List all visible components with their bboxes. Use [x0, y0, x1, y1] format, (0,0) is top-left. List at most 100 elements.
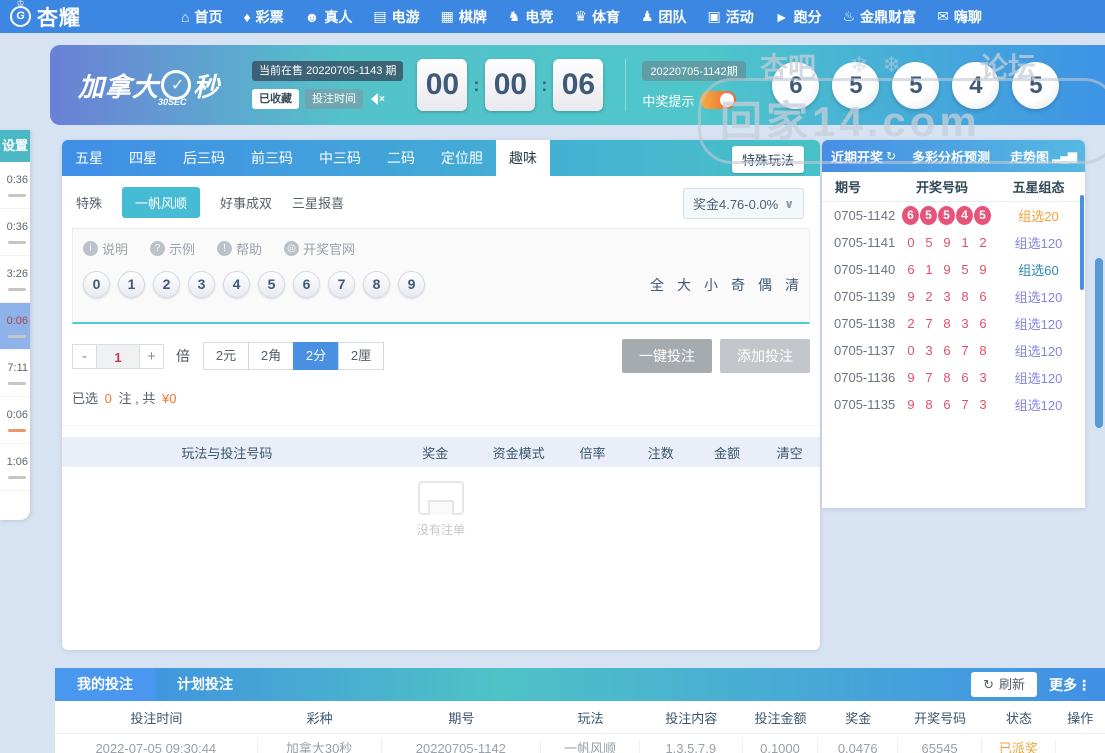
result-pattern[interactable]: 组选120	[992, 233, 1085, 252]
money-unit-button[interactable]: 2分	[293, 342, 339, 370]
number-select-box: i 说明 ? 示例 ! 帮助 ◎ 开奖官网	[72, 228, 810, 324]
nav-item-icon: ▦	[441, 8, 454, 25]
quick-pick-link[interactable]: 清	[785, 275, 799, 295]
play-type-tab[interactable]: 五星	[62, 140, 116, 176]
add-bet-button[interactable]: 添加投注	[720, 339, 810, 373]
number-ball-button[interactable]: 2	[153, 271, 180, 298]
logo-emblem-icon: G ♔	[10, 6, 31, 27]
play-type-tab[interactable]: 定位胆	[428, 140, 496, 176]
play-type-tab[interactable]: 前三码	[238, 140, 306, 176]
play-type-tab[interactable]: 二码	[374, 140, 428, 176]
result-row[interactable]: 0705-1142 6 5 5 4 5 组选20	[822, 202, 1085, 229]
number-ball-button[interactable]: 5	[258, 271, 285, 298]
result-row[interactable]: 0705-1136 9 7 8 6 3 组选120	[822, 364, 1085, 391]
more-button[interactable]: 更多⋮	[1049, 675, 1091, 695]
play-type-tab[interactable]: 后三码	[170, 140, 238, 176]
left-lottery-item[interactable]: 1:06	[0, 444, 30, 491]
nav-item[interactable]: ► 跑分	[775, 7, 822, 27]
nav-item[interactable]: ♟ 团队	[641, 7, 687, 27]
sub-play-tab[interactable]: 三星报喜	[292, 187, 344, 218]
mute-icon[interactable]: ×	[371, 93, 385, 105]
my-bets-tab[interactable]: 我的投注	[55, 668, 155, 701]
bonus-dropdown[interactable]: 奖金4.76-0.0% ∨	[683, 188, 804, 219]
left-lottery-item[interactable]: 3:26	[0, 256, 30, 303]
left-lottery-item[interactable]: 0:06	[0, 303, 30, 350]
result-row[interactable]: 0705-1138 2 7 8 3 6 组选120	[822, 310, 1085, 337]
multiplier-minus-button[interactable]: -	[72, 344, 97, 369]
left-lottery-item[interactable]: 0:36	[0, 209, 30, 256]
result-pattern[interactable]: 组选120	[992, 395, 1085, 414]
sidebar-scrollbar-thumb[interactable]	[1080, 195, 1084, 290]
result-pattern[interactable]: 组选120	[992, 341, 1085, 360]
result-pattern[interactable]: 组选60	[992, 260, 1085, 279]
result-row[interactable]: 0705-1139 9 2 3 8 6 组选120	[822, 283, 1085, 310]
nav-item[interactable]: ▦ 棋牌	[441, 7, 487, 27]
sidebar-header-tab[interactable]: 近期开奖 ↻	[831, 147, 895, 166]
number-ball-button[interactable]: 1	[118, 271, 145, 298]
special-play-button[interactable]: 特殊玩法	[732, 146, 804, 173]
page-scrollbar-thumb[interactable]	[1095, 258, 1103, 428]
nav-item[interactable]: ▤ 电游	[373, 7, 419, 27]
result-row[interactable]: 0705-1135 9 8 6 7 3 组选120	[822, 391, 1085, 418]
nav-item[interactable]: ▣ 活动	[708, 7, 754, 27]
help-link[interactable]: ◎ 开奖官网	[284, 239, 355, 258]
number-ball-button[interactable]: 3	[188, 271, 215, 298]
nav-item[interactable]: ♞ 电竞	[508, 7, 554, 27]
my-bets-tab[interactable]: 计划投注	[155, 668, 255, 701]
left-lottery-item[interactable]: 7:11	[0, 350, 30, 397]
left-lottery-item[interactable]: 0:36	[0, 162, 30, 209]
quick-pick-link[interactable]: 全	[650, 275, 664, 295]
left-lottery-item[interactable]: 0:06	[0, 397, 30, 444]
left-panel-header[interactable]: 设置	[0, 130, 30, 162]
result-row[interactable]: 0705-1137 0 3 6 7 8 组选120	[822, 337, 1085, 364]
nav-item-label: 真人	[324, 7, 352, 27]
money-unit-button[interactable]: 2厘	[338, 342, 384, 370]
result-row[interactable]: 0705-1141 0 5 9 1 2 组选120	[822, 229, 1085, 256]
number-ball-button[interactable]: 9	[398, 271, 425, 298]
result-row[interactable]: 0705-1140 6 1 9 5 9 组选60	[822, 256, 1085, 283]
play-type-tab[interactable]: 四星	[116, 140, 170, 176]
number-ball-button[interactable]: 7	[328, 271, 355, 298]
help-link[interactable]: ? 示例	[150, 239, 195, 258]
nav-item[interactable]: ♛ 体育	[574, 7, 620, 27]
result-pattern[interactable]: 组选120	[992, 287, 1085, 306]
play-type-tab[interactable]: 趣味	[496, 140, 550, 176]
nav-item[interactable]: ✉ 嗨聊	[937, 7, 982, 27]
quick-pick-link[interactable]: 偶	[758, 275, 772, 295]
result-pattern[interactable]: 组选120	[992, 314, 1085, 333]
refresh-button[interactable]: ↻刷新	[971, 672, 1037, 697]
number-ball-button[interactable]: 8	[363, 271, 390, 298]
site-logo[interactable]: G ♔ 杏耀	[10, 2, 81, 32]
play-type-tab[interactable]: 中三码	[306, 140, 374, 176]
nav-item[interactable]: ♨ 金鼎财富	[843, 7, 917, 27]
money-unit-button[interactable]: 2角	[248, 342, 294, 370]
number-ball-button[interactable]: 4	[223, 271, 250, 298]
nav-item[interactable]: ⌂ 首页	[181, 7, 222, 27]
number-ball-button[interactable]: 6	[293, 271, 320, 298]
result-pattern[interactable]: 组选20	[992, 206, 1085, 225]
sub-play-tab[interactable]: 好事成双	[220, 187, 272, 218]
nav-item[interactable]: ☻ 真人	[305, 7, 353, 27]
table-row[interactable]: 2022-07-05 09:30:44 加拿大30秒 20220705-1142…	[55, 733, 1105, 753]
sidebar-header-tab[interactable]: 多彩分析预测	[912, 147, 993, 166]
favorited-button[interactable]: 已收藏	[252, 89, 299, 109]
result-period: 0705-1142	[822, 208, 892, 223]
help-link[interactable]: i 说明	[83, 239, 128, 258]
number-ball-button[interactable]: 0	[83, 271, 110, 298]
bet-time-button[interactable]: 投注时间	[305, 89, 363, 109]
sub-play-tab[interactable]: 特殊	[76, 187, 102, 218]
multiplier-plus-button[interactable]: +	[139, 344, 164, 369]
sub-play-tab[interactable]: 一帆风顺	[122, 187, 200, 218]
one-key-bet-button[interactable]: 一键投注	[622, 339, 712, 373]
money-unit-button[interactable]: 2元	[203, 342, 249, 370]
multiplier-value[interactable]: 1	[97, 344, 139, 369]
sidebar-header-tab[interactable]: 走势图 ▂▄▆	[1010, 147, 1076, 166]
quick-pick-link[interactable]: 小	[704, 275, 718, 295]
win-tip-toggle[interactable]	[700, 91, 736, 109]
results-list: 0705-1142 6 5 5 4 5 组选20 0705-1141 0 5	[822, 202, 1085, 418]
quick-pick-link[interactable]: 大	[677, 275, 691, 295]
help-link[interactable]: ! 帮助	[217, 239, 262, 258]
result-pattern[interactable]: 组选120	[992, 368, 1085, 387]
nav-item[interactable]: ♦ 彩票	[243, 7, 283, 27]
quick-pick-link[interactable]: 奇	[731, 275, 745, 295]
